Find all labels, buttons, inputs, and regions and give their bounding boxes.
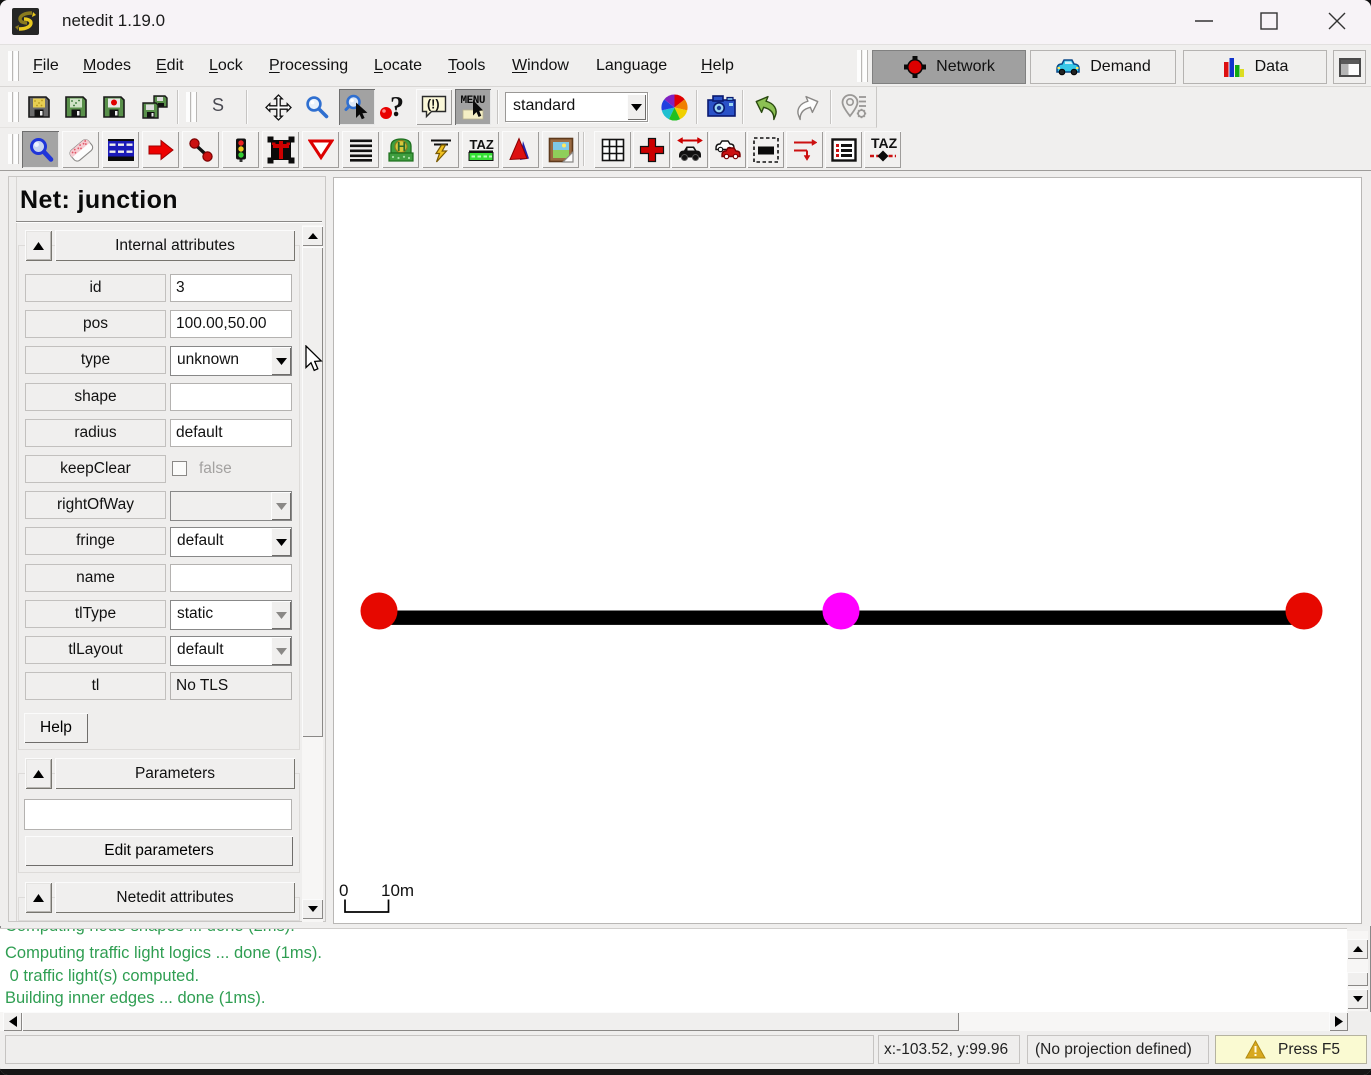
svg-text:10m: 10m xyxy=(381,881,414,900)
svg-text:TAZ: TAZ xyxy=(469,137,493,152)
svg-text:TAZ: TAZ xyxy=(871,136,897,151)
svg-text:H: H xyxy=(397,140,406,154)
svg-text:0: 0 xyxy=(339,881,348,900)
svg-text:?: ? xyxy=(390,92,404,122)
svg-text:(!): (!) xyxy=(427,98,440,112)
